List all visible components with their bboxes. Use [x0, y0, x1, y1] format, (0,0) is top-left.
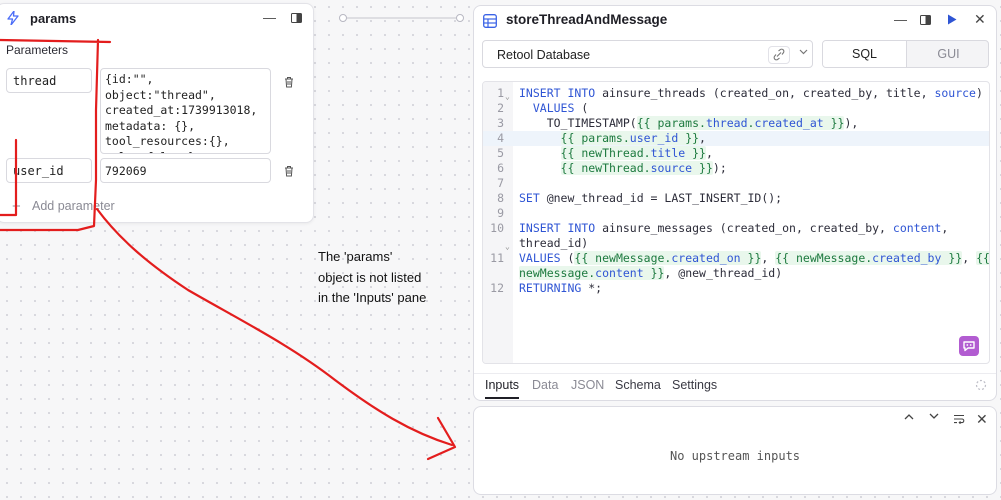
- add-parameter-label: Add parameter: [32, 199, 115, 213]
- chevron-up-icon[interactable]: [904, 413, 914, 420]
- query-title[interactable]: storeThreadAndMessage: [506, 12, 667, 27]
- code-line: 6 {{ newThread.source }});: [497, 161, 727, 175]
- split-panel-icon[interactable]: [920, 15, 931, 25]
- param-value-input[interactable]: 792069: [100, 158, 271, 183]
- tab-inputs[interactable]: Inputs: [485, 378, 520, 399]
- tab-json[interactable]: JSON: [571, 378, 604, 392]
- code-line: 9: [497, 206, 504, 220]
- run-icon[interactable]: [947, 14, 957, 25]
- gui-mode-button[interactable]: GUI: [907, 41, 988, 67]
- code-line: 1 ⌄ INSERT INTO ainsure_threads (created_o…: [497, 86, 983, 101]
- code-line: 3 TO_TIMESTAMP({{ params.thread.created_…: [497, 116, 859, 130]
- query-panel: storeThreadAndMessage — ✕ Retool Databas…: [473, 5, 997, 401]
- plus-icon: +: [12, 198, 21, 215]
- param-value-input[interactable]: {id:"", object:"thread", created_at:1739…: [100, 68, 271, 154]
- query-tabs: Inputs Data JSON Schema Settings: [474, 373, 996, 400]
- wrap-lines-icon[interactable]: [953, 414, 965, 424]
- code-line: newMessage.content }}, @new_thread_id): [519, 266, 783, 280]
- loading-icon: [975, 379, 987, 391]
- split-panel-icon[interactable]: [291, 13, 302, 23]
- code-line: 4 {{ params.user_id }},: [483, 131, 989, 146]
- lightning-icon: [7, 11, 19, 25]
- param-name-input[interactable]: thread: [6, 68, 92, 93]
- assistant-icon: [963, 341, 975, 352]
- resource-select[interactable]: Retool Database: [482, 40, 813, 68]
- code-line: 8 SET @new_thread_id = LAST_INSERT_ID();: [497, 191, 783, 205]
- annotation-arrow: [95, 207, 454, 447]
- code-line: 12 RETURNING *;: [490, 281, 603, 295]
- code-line: 5 {{ newThread.title }},: [497, 146, 713, 160]
- params-title: params: [30, 11, 77, 26]
- sql-editor[interactable]: 1 ⌄ INSERT INTO ainsure_threads (created_o…: [482, 81, 990, 364]
- close-icon[interactable]: ✕: [974, 11, 986, 28]
- assistant-badge[interactable]: [959, 336, 979, 356]
- chevron-down-icon[interactable]: [929, 413, 939, 420]
- code-line: 11 VALUES ({{ newMessage.created_on }}, {…: [490, 251, 990, 265]
- parameters-label: Parameters: [6, 43, 69, 57]
- chevron-down-icon[interactable]: [799, 49, 808, 55]
- tab-schema[interactable]: Schema: [615, 378, 661, 392]
- link-button[interactable]: [768, 46, 790, 64]
- code-line: ⌄ thread_id): [505, 236, 589, 251]
- connector-line: [339, 14, 464, 22]
- link-icon: [773, 48, 785, 61]
- tab-settings[interactable]: Settings: [672, 378, 717, 392]
- minimize-icon[interactable]: —: [894, 12, 907, 27]
- params-header[interactable]: params —: [0, 4, 313, 32]
- annotation-note: The 'params' object is not listed in the…: [318, 249, 427, 305]
- empty-state-message: No upstream inputs: [669, 449, 801, 463]
- mode-toggle: SQL GUI: [822, 40, 989, 68]
- minimize-icon[interactable]: —: [263, 10, 276, 25]
- code-line: 10 INSERT INTO ainsure_messages (created_…: [490, 221, 949, 235]
- sql-mode-button[interactable]: SQL: [823, 41, 907, 67]
- close-icon[interactable]: ✕: [976, 411, 988, 428]
- params-panel: params — Parameters thread {id:"", objec…: [0, 3, 314, 223]
- annotation-arrowhead: [426, 416, 457, 461]
- code-line: 2 VALUES (: [497, 101, 589, 115]
- inputs-pane: ✕ No upstream inputs: [473, 406, 997, 495]
- table-icon: [483, 14, 497, 28]
- code-line: 7: [497, 176, 504, 190]
- param-name-input[interactable]: user_id: [6, 158, 92, 183]
- trash-icon[interactable]: [284, 165, 294, 177]
- resource-name: Retool Database: [497, 48, 591, 62]
- trash-icon[interactable]: [284, 76, 294, 88]
- tab-data[interactable]: Data: [532, 378, 558, 392]
